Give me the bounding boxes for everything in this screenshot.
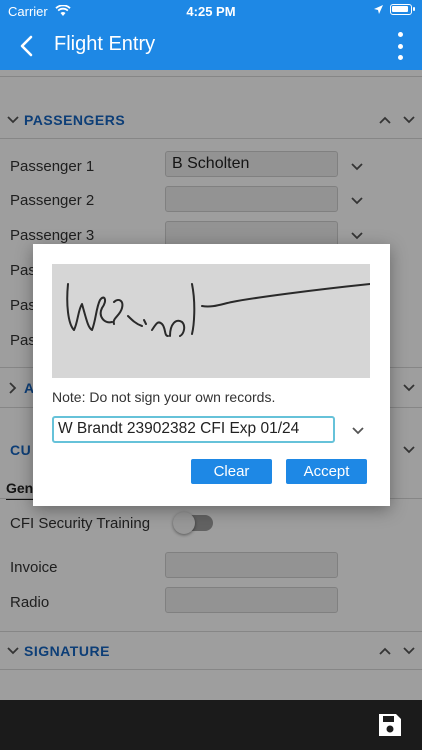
status-time: 4:25 PM <box>186 4 236 19</box>
accept-button[interactable]: Accept <box>286 459 367 484</box>
signer-select[interactable]: W Brandt 23902382 CFI Exp 01/24 <box>52 416 335 443</box>
location-arrow-icon <box>374 5 383 14</box>
battery-icon <box>390 4 415 15</box>
bottom-toolbar <box>0 700 422 750</box>
status-bar: Carrier 4:25 PM <box>0 0 422 22</box>
status-indicators <box>373 4 415 15</box>
clear-button[interactable]: Clear <box>191 459 272 484</box>
signature-note: Note: Do not sign your own records. <box>52 389 276 405</box>
signature-pad[interactable] <box>52 264 370 378</box>
more-vert-icon[interactable] <box>396 32 404 60</box>
chevron-down-icon[interactable] <box>351 424 365 438</box>
page-title: Flight Entry <box>54 33 156 55</box>
signature-dialog: Note: Do not sign your own records. W Br… <box>33 244 390 506</box>
back-arrow-icon[interactable] <box>14 33 40 59</box>
app-bar: Flight Entry <box>0 22 422 70</box>
save-icon[interactable] <box>376 711 404 739</box>
signature-stroke <box>66 283 370 337</box>
